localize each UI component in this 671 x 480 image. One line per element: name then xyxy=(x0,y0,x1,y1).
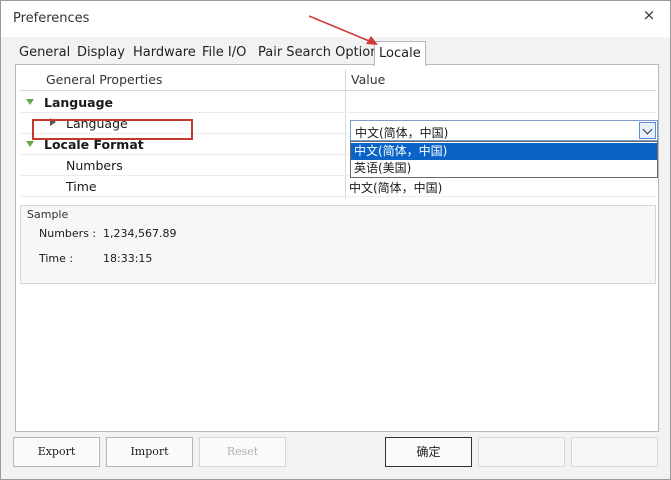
close-icon[interactable]: × xyxy=(640,6,658,24)
chevron-down-icon[interactable] xyxy=(639,122,656,139)
annotation-arrow xyxy=(308,15,378,45)
sample-section: Sample Numbers : 1,234,567.89 Time : 18:… xyxy=(20,205,656,284)
language-dropdown[interactable]: 中文(简体，中国) xyxy=(350,120,658,141)
group-label-language: Language xyxy=(44,95,114,110)
export-button[interactable]: Export xyxy=(13,437,100,467)
sample-numbers-value: 1,234,567.89 xyxy=(103,227,177,240)
property-value-time[interactable]: 中文(简体，中国) xyxy=(349,179,442,196)
language-option-english[interactable]: 英语(美国) xyxy=(351,160,657,177)
grid-header: General Properties Value xyxy=(20,69,656,91)
tab-display[interactable]: Display xyxy=(73,43,129,65)
property-label-numbers: Numbers xyxy=(66,158,123,173)
blank-button-1[interactable] xyxy=(478,437,565,467)
window-title: Preferences xyxy=(13,11,90,26)
language-dropdown-value: 中文(简体，中国) xyxy=(355,126,449,140)
blank-button-2[interactable] xyxy=(571,437,658,467)
tab-file-io[interactable]: File I/O xyxy=(198,43,250,65)
property-label-time: Time xyxy=(66,179,97,194)
expand-triangle-icon[interactable] xyxy=(26,141,34,147)
tab-hardware[interactable]: Hardware xyxy=(129,43,200,65)
import-button[interactable]: Import xyxy=(106,437,193,467)
header-general-properties: General Properties xyxy=(46,72,163,87)
property-row-time[interactable]: Time 中文(简体，中国) xyxy=(20,176,656,197)
sample-title: Sample xyxy=(27,208,69,221)
language-dropdown-list: 中文(简体，中国) 英语(美国) xyxy=(350,141,658,178)
preferences-window: Preferences × General Display Hardware F… xyxy=(0,0,671,480)
expand-triangle-icon[interactable] xyxy=(26,99,34,105)
tab-general[interactable]: General xyxy=(15,43,74,65)
sample-numbers-label: Numbers : xyxy=(39,227,97,240)
sample-time-value: 18:33:15 xyxy=(103,252,153,265)
group-row-language[interactable]: Language xyxy=(20,92,656,113)
reset-button[interactable]: Reset xyxy=(199,437,286,467)
property-grid: General Properties Value Language Langua… xyxy=(20,69,658,199)
header-value: Value xyxy=(351,72,386,87)
annotation-highlight-box xyxy=(32,119,193,140)
language-option-chinese[interactable]: 中文(简体，中国) xyxy=(351,143,657,160)
locale-panel: General Properties Value Language Langua… xyxy=(15,64,659,432)
ok-button[interactable]: 确定 xyxy=(385,437,472,467)
sample-time-label: Time : xyxy=(39,252,74,265)
